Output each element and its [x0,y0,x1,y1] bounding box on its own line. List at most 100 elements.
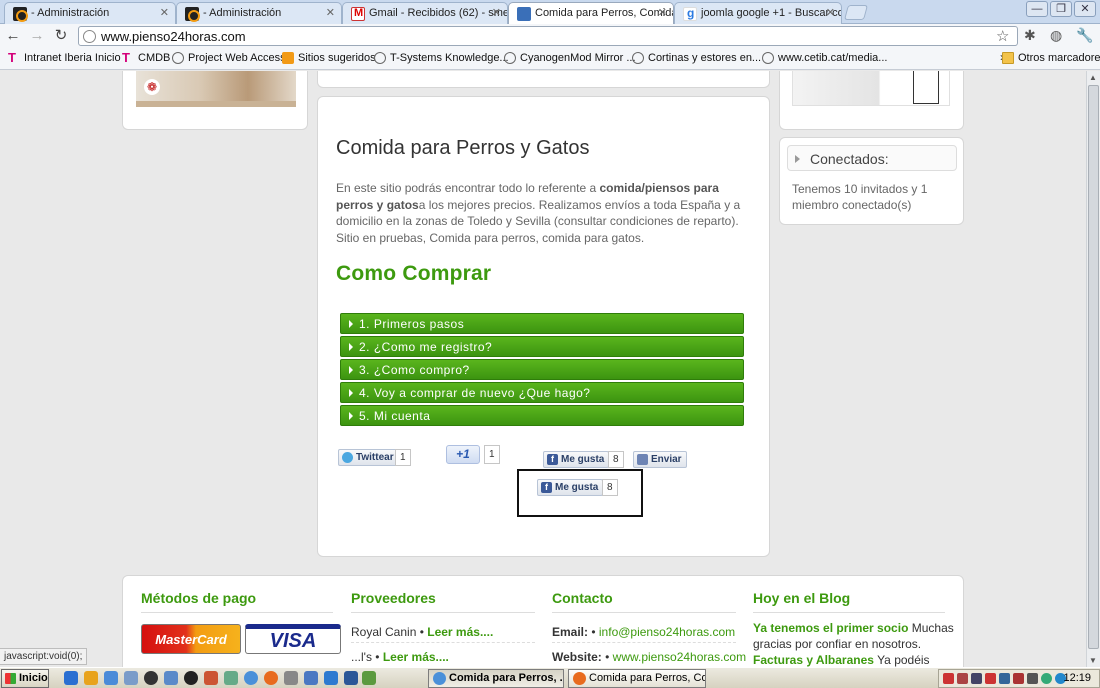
tab-administracion-1[interactable]: - Administración ✕ [4,2,176,24]
twitter-label: Twittear [356,452,394,463]
taskbar-item-label: Comida para Perros, ... [449,672,564,684]
bookmark-project-web-access[interactable]: Project Web Access [172,52,286,64]
quicklaunch-icon[interactable] [164,671,178,685]
vertical-scrollbar[interactable]: ▲ ▼ [1086,71,1100,667]
right-banner-image [792,71,950,106]
tray-icon[interactable] [957,673,968,684]
footer-contact-title: Contacto [552,590,613,606]
email-link[interactable]: info@pienso24horas.com [599,625,735,639]
bookmark-cyanogenmod[interactable]: CyanogenMod Mirror ... [504,52,636,64]
gmail-icon [351,7,365,21]
new-tab-button[interactable] [843,5,869,20]
quicklaunch-icon[interactable] [144,671,158,685]
wrench-icon[interactable]: 🔧 [1076,27,1093,44]
bookmark-star-icon[interactable]: ☆ [996,27,1009,45]
firefox-icon[interactable] [264,671,278,685]
google-plus-button[interactable]: +1 [446,445,480,464]
other-bookmarks-folder[interactable]: Otros marcadores [1002,52,1100,64]
minimize-button[interactable]: — [1026,1,1048,17]
address-bar[interactable]: www.pienso24horas.com [78,26,1018,46]
accordion-item-como-compro[interactable]: 3. ¿Como compro? [340,359,744,380]
telekom-icon: T [8,50,16,65]
tab-administracion-2[interactable]: - Administración ✕ [176,2,342,24]
maximize-button[interactable]: ❐ [1050,1,1072,17]
bookmark-cortinas[interactable]: Cortinas y estores en... [632,52,761,64]
read-more-link[interactable]: Leer más.... [427,625,493,639]
google-icon [683,6,697,21]
scrollbar-thumb[interactable] [1088,85,1099,649]
website-link[interactable]: www.pienso24horas.com [613,650,746,664]
network-icon[interactable] [1027,673,1038,684]
quicklaunch-icon[interactable] [284,671,298,685]
quicklaunch-icon[interactable] [84,671,98,685]
tab-joomla-google[interactable]: joomla google +1 - Buscar con ✕ [674,2,842,24]
bookmark-intranet[interactable]: T Intranet Iberia Inicio [8,50,121,65]
quicklaunch-icon[interactable] [304,671,318,685]
taskbar-item-chrome[interactable]: Comida para Perros, ... [428,669,564,688]
tray-icon[interactable] [943,673,954,684]
tray-icon[interactable] [985,673,996,684]
bookmark-cmdb[interactable]: T CMDB [122,51,170,64]
quicklaunch-icon[interactable] [104,671,118,685]
joomla-icon [185,7,200,22]
bookmark-t-systems[interactable]: T-Systems Knowledge... [374,52,509,64]
extension-globe-icon[interactable]: ◍ [1050,27,1062,44]
accordion-item-mi-cuenta[interactable]: 5. Mi cuenta [340,405,744,426]
quicklaunch-icon[interactable] [204,671,218,685]
blog-entries: Ya tenemos el primer socio Muchas gracia… [753,620,954,667]
accordion-item-registro[interactable]: 2. ¿Como me registro? [340,336,744,357]
facebook-send-button[interactable]: Enviar [633,451,687,468]
tab-close-icon[interactable]: ✕ [492,6,501,19]
scroll-up-icon[interactable]: ▲ [1089,73,1097,82]
tab-comida-perros[interactable]: Comida para Perros, Comida p ✕ [508,2,674,24]
blog-text: gracias por confiar en nosotros. [753,637,922,651]
top-content-strip [317,71,770,88]
bookmark-sitios-sugeridos[interactable]: Sitios sugeridos [282,52,376,64]
article-title: Comida para Perros y Gatos [336,137,590,159]
twitter-button[interactable]: Twittear [338,449,399,466]
accordion-item-comprar-de-nuevo[interactable]: 4. Voy a comprar de nuevo ¿Que hago? [340,382,744,403]
tab-gmail[interactable]: Gmail - Recibidos (62) - smedi ✕ [342,2,508,24]
caret-right-icon [349,366,353,374]
tab-strip: - Administración ✕ - Administración ✕ Gm… [0,0,1100,24]
article-text: En este sitio podrás encontrar todo lo r… [336,181,600,195]
blog-link[interactable]: Facturas y Albaranes [753,653,874,667]
facebook-like-button[interactable]: f Me gusta [543,451,610,468]
accordion-item-primeros-pasos[interactable]: 1. Primeros pasos [340,313,744,334]
tab-close-icon[interactable]: ✕ [160,6,169,19]
scroll-down-icon[interactable]: ▼ [1089,656,1097,665]
quicklaunch-icon[interactable] [324,671,338,685]
taskbar-item-firefox[interactable]: Comida para Perros, Co... [568,669,706,688]
online-users-box: Conectados: Tenemos 10 invitados y 1 mie… [779,137,964,225]
close-window-button[interactable]: ✕ [1074,1,1096,17]
tab-close-icon[interactable]: ✕ [826,6,835,19]
quicklaunch-icon[interactable] [184,671,198,685]
quicklaunch-icon[interactable] [224,671,238,685]
shield-icon[interactable] [1013,673,1024,684]
tray-icon[interactable] [1041,673,1052,684]
quicklaunch-icon[interactable] [124,671,138,685]
bookmarks-bar: T Intranet Iberia Inicio T CMDB Project We… [0,48,1100,70]
back-arrow-icon[interactable]: ← [4,27,22,45]
divider [141,612,333,613]
ie-icon[interactable] [64,671,78,685]
bookmark-cetib[interactable]: www.cetib.cat/media... [762,52,887,64]
quicklaunch-icon[interactable] [362,671,376,685]
read-more-link[interactable]: Leer más.... [383,650,449,664]
highlight-rectangle [517,469,643,517]
accordion-label: 2. ¿Como me registro? [359,340,493,354]
start-button[interactable]: Inicio [1,669,49,688]
reload-icon[interactable]: ↻ [52,27,70,45]
tray-icon[interactable] [999,673,1010,684]
tab-close-icon[interactable]: ✕ [658,6,667,19]
provider-name: ...l's [351,650,372,664]
extension-icon[interactable]: ✱ [1024,27,1036,44]
tab-close-icon[interactable]: ✕ [326,6,335,19]
forward-arrow-icon[interactable]: → [28,27,46,45]
caret-right-icon [349,343,353,351]
word-icon[interactable] [344,671,358,685]
tray-icon[interactable] [971,673,982,684]
chrome-icon[interactable] [244,671,258,685]
website-label: Website: [552,650,602,664]
blog-link[interactable]: Ya tenemos el primer socio [753,621,908,635]
